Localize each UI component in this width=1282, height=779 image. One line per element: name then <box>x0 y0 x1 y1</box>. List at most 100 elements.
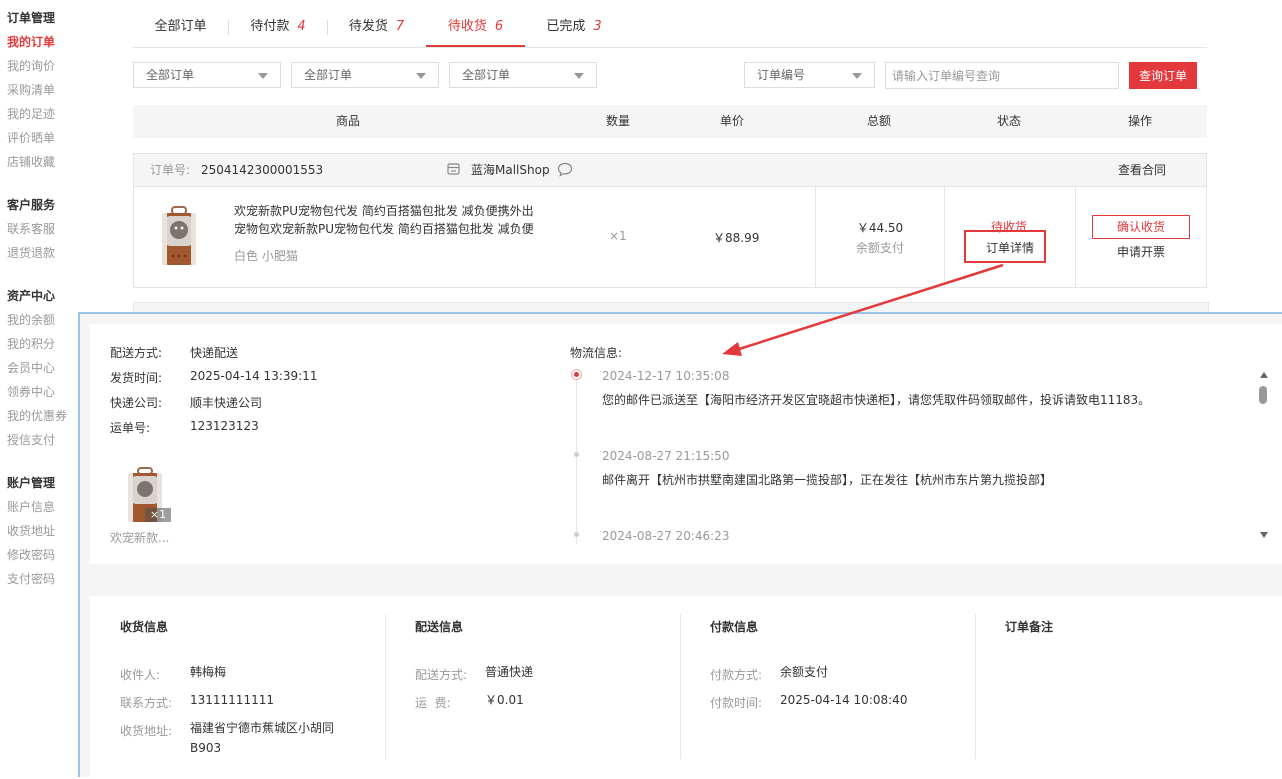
tab-label: 待付款 <box>250 19 290 34</box>
payment-type: 余额支付 <box>855 241 904 255</box>
sidebar-item-favorite-shops[interactable]: 店铺收藏 <box>7 150 55 174</box>
sidebar-item-points[interactable]: 我的积分 <box>7 332 67 356</box>
product-quantity: ×1 <box>609 229 627 243</box>
logistics-time: 2024-08-27 20:46:23 <box>602 529 730 543</box>
table-header: 商品 数量 单价 总额 状态 操作 <box>133 105 1207 138</box>
column-divider <box>815 187 816 287</box>
receive-info-column: 收货信息 收件人: 韩梅梅 联系方式: 13111111111 收货地址: 福建… <box>90 596 385 779</box>
product-title[interactable]: 欢宠新款PU宠物包代发 简约百搭猫包批发 减负便携外出宠物包欢宠新款PU宠物包代… <box>234 202 544 238</box>
tab-pending-receipt[interactable]: 待收货 6 <box>426 8 525 47</box>
filter-select-1[interactable]: 全部订单 <box>133 62 281 88</box>
sidebar-item-balance[interactable]: 我的余额 <box>7 308 67 332</box>
sidebar-group-account: 账户管理 账户信息 收货地址 修改密码 支付密码 <box>7 471 55 591</box>
column-title: 付款信息 <box>710 620 759 634</box>
scroll-up-arrow-icon[interactable] <box>1260 372 1268 378</box>
label: 收货地址: <box>120 724 173 738</box>
sidebar-group-title: 客户服务 <box>7 198 56 212</box>
sidebar-item-pay-password[interactable]: 支付密码 <box>7 567 55 591</box>
value: 123123123 <box>190 419 259 433</box>
label: 付款方式: <box>710 668 763 682</box>
sidebar-item-account-info[interactable]: 账户信息 <box>7 495 55 519</box>
tab-pending-payment[interactable]: 待付款 4 <box>229 8 327 46</box>
column-divider <box>1075 187 1076 287</box>
select-value: 全部订单 <box>304 68 353 82</box>
order-total: ￥44.50 <box>856 221 904 235</box>
column-header-status: 状态 <box>996 114 1021 128</box>
sidebar-item-change-password[interactable]: 修改密码 <box>7 543 55 567</box>
value: ￥0.01 <box>485 693 524 707</box>
sidebar-item-my-inquiry[interactable]: 我的询价 <box>7 54 55 78</box>
column-divider <box>944 187 945 287</box>
scroll-down-arrow-icon[interactable] <box>1260 532 1268 538</box>
column-title: 订单备注 <box>1005 620 1054 634</box>
value: 13111111111 <box>190 693 274 707</box>
highlight-box <box>964 230 1046 263</box>
value: 普通快递 <box>485 665 534 679</box>
confirm-receipt-button[interactable]: 确认收货 <box>1092 215 1190 239</box>
product-spec: 白色 小肥猫 <box>234 249 298 263</box>
value: 福建省宁德市蕉城区小胡同B903 <box>190 721 335 755</box>
tab-label: 全部订单 <box>154 19 207 34</box>
order-info-panel: 收货信息 收件人: 韩梅梅 联系方式: 13111111111 收货地址: 福建… <box>90 596 1282 779</box>
sidebar-item-credit-pay[interactable]: 授信支付 <box>7 428 67 452</box>
order-header: 订单号: 2504142300001553 蓝海MallShop 查看合同 <box>134 154 1206 187</box>
tab-count: 3 <box>593 19 602 34</box>
remark-column: 订单备注 <box>975 596 1275 779</box>
search-type-select[interactable]: 订单编号 <box>744 62 875 88</box>
caret-down-icon <box>416 73 426 79</box>
column-header-action: 操作 <box>1127 114 1152 128</box>
logistics-time: 2024-08-27 21:15:50 <box>602 449 730 463</box>
column-header-total: 总额 <box>866 114 891 128</box>
order-detail-popup: 配送方式: 快递配送 发货时间: 2025-04-14 13:39:11 快递公… <box>78 312 1282 779</box>
product-image[interactable] <box>159 206 199 266</box>
sidebar-item-my-coupons[interactable]: 我的优惠券 <box>7 404 67 428</box>
tab-count: 4 <box>297 19 306 34</box>
sidebar-item-contact-service[interactable]: 联系客服 <box>7 217 55 241</box>
shop-name[interactable]: 蓝海MallShop <box>471 154 550 186</box>
sidebar-item-reviews[interactable]: 评价晒单 <box>7 126 55 150</box>
sidebar-item-purchase-list[interactable]: 采购清单 <box>7 78 55 102</box>
timeline-line <box>576 374 577 544</box>
order-card: 订单号: 2504142300001553 蓝海MallShop 查看合同 欢宠… <box>133 153 1207 288</box>
value: 快递配送 <box>190 346 239 360</box>
tab-pending-shipment[interactable]: 待发货 7 <box>328 8 425 46</box>
sidebar-item-coupon-center[interactable]: 领券中心 <box>7 380 67 404</box>
request-invoice-link[interactable]: 申请开票 <box>1117 243 1165 260</box>
label: 收件人: <box>120 668 161 682</box>
select-value: 订单编号 <box>757 68 806 82</box>
filter-select-3[interactable]: 全部订单 <box>449 62 597 88</box>
scrollbar-thumb[interactable] <box>1259 386 1267 404</box>
sidebar-group-assets: 资产中心 我的余额 我的积分 会员中心 领券中心 我的优惠券 授信支付 <box>7 284 67 452</box>
label: 运 费: <box>415 696 451 710</box>
caret-down-icon <box>258 73 268 79</box>
sidebar-group-title: 资产中心 <box>7 289 56 303</box>
sidebar-item-my-orders[interactable]: 我的订单 <box>7 30 55 54</box>
sidebar-item-refund[interactable]: 退货退款 <box>7 241 55 265</box>
value: 2025-04-14 10:08:40 <box>780 693 908 707</box>
select-value: 全部订单 <box>146 68 195 82</box>
caret-down-icon <box>574 73 584 79</box>
label: 联系方式: <box>120 696 173 710</box>
caret-down-icon <box>852 73 862 79</box>
filter-select-2[interactable]: 全部订单 <box>291 62 439 88</box>
label: 快递公司: <box>110 396 163 410</box>
column-title: 收货信息 <box>120 620 169 634</box>
value: 顺丰快递公司 <box>190 396 263 410</box>
tab-all-orders[interactable]: 全部订单 <box>133 8 228 46</box>
view-contract-link[interactable]: 查看合同 <box>1118 154 1166 186</box>
search-order-button[interactable]: 查询订单 <box>1129 62 1197 89</box>
order-number-search-input[interactable] <box>885 62 1119 89</box>
sidebar-group-title: 账户管理 <box>7 476 56 490</box>
sidebar-item-membership[interactable]: 会员中心 <box>7 356 67 380</box>
column-title: 配送信息 <box>415 620 464 634</box>
tab-completed[interactable]: 已完成 3 <box>526 8 622 46</box>
sidebar-group-service: 客户服务 联系客服 退货退款 <box>7 193 55 265</box>
payment-info-column: 付款信息 付款方式: 余额支付 付款时间: 2025-04-14 10:08:4… <box>680 596 975 779</box>
column-header-product: 商品 <box>335 114 360 128</box>
column-header-quantity: 数量 <box>605 114 630 128</box>
timeline-dot <box>574 532 579 537</box>
sidebar-item-footprint[interactable]: 我的足迹 <box>7 102 55 126</box>
logistics-desc: 您的邮件已派送至【海阳市经济开发区宜晓超市快递柜】，请您凭取件码领取邮件，投诉请… <box>602 393 1151 407</box>
chat-icon[interactable] <box>557 162 573 177</box>
sidebar-item-address[interactable]: 收货地址 <box>7 519 55 543</box>
